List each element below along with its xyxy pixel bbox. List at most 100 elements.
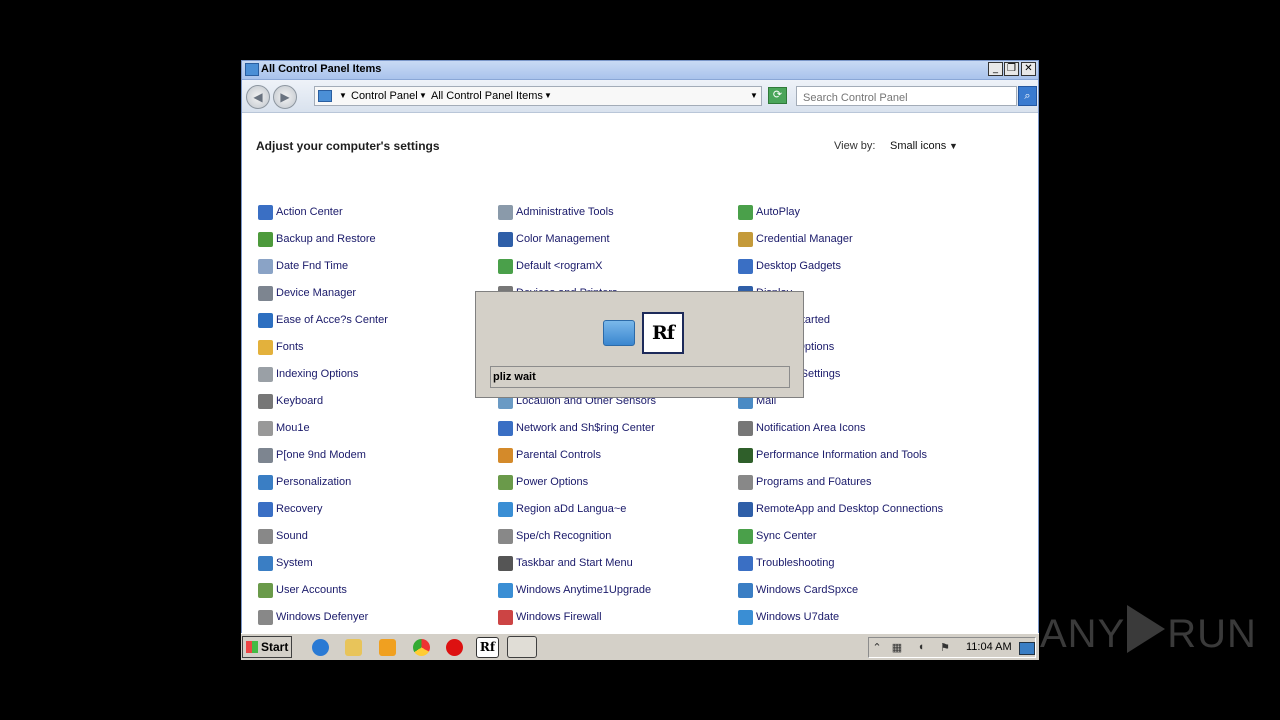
control-panel-item-icon — [498, 556, 513, 571]
control-panel-item-icon — [498, 610, 513, 625]
control-panel-item-icon — [258, 448, 273, 463]
control-panel-item-label: Windows Firewall — [516, 611, 602, 623]
control-panel-item-icon — [498, 475, 513, 490]
control-panel-item-icon — [258, 610, 273, 625]
control-panel-item-icon — [738, 502, 753, 517]
action-center-flag-icon[interactable]: ⚑ — [937, 641, 953, 654]
control-panel-item-icon — [738, 448, 753, 463]
control-panel-item-label: AutoPlay — [756, 206, 801, 218]
control-panel-item-icon — [738, 259, 753, 274]
windows-logo-icon — [246, 641, 258, 653]
close-button[interactable]: ✕ — [1021, 62, 1036, 76]
control-panel-item-label: Programs and F0atures — [756, 476, 872, 488]
back-button[interactable]: ◀ — [246, 85, 270, 109]
control-panel-item-label: User Accounts — [276, 584, 347, 596]
control-panel-item-label: Recovery — [276, 503, 323, 515]
control-panel-item-label: Default <rogramX — [516, 260, 603, 272]
control-panel-item-icon — [258, 313, 273, 328]
anyrun-watermark: ANY RUN — [1040, 605, 1257, 657]
control-panel-item-label: Color Management — [516, 233, 610, 245]
show-hidden-icons-icon[interactable]: ⌃ — [869, 641, 885, 654]
control-panel-item-icon — [258, 232, 273, 247]
chevron-right-icon: ▼ — [419, 91, 427, 100]
network-icon[interactable]: ▦ — [889, 641, 905, 654]
control-panel-crumb-icon — [318, 90, 332, 102]
view-by-select[interactable]: Small icons — [890, 140, 946, 152]
search-input[interactable] — [796, 86, 1017, 106]
control-panel-item-icon — [258, 475, 273, 490]
control-panel-item-label: Mou1e — [276, 422, 310, 434]
control-panel-item-icon — [498, 421, 513, 436]
page-title: Adjust your computer's settings — [256, 139, 440, 153]
control-panel-item-label: Device Manager — [276, 287, 357, 299]
status-text: pliz wait — [490, 366, 790, 388]
control-panel-item-icon — [738, 583, 753, 598]
control-panel-item-label: Windows U7date — [756, 611, 840, 623]
chevron-right-icon: ▼ — [339, 91, 347, 100]
crumb-all-items[interactable]: All Control Panel Items — [431, 90, 543, 102]
control-panel-task-button[interactable] — [507, 636, 537, 658]
chevron-down-icon[interactable]: ▼ — [949, 141, 958, 151]
rf-logo: Rf — [642, 312, 684, 354]
rf-app-icon[interactable]: Rf — [476, 637, 499, 658]
title-bar[interactable]: All Control Panel Items _ ❐ ✕ — [242, 61, 1038, 80]
control-panel-item-icon — [258, 340, 273, 355]
control-panel-item-label: Fonts — [276, 341, 304, 353]
control-panel-item-label: P[one 9nd Modem — [276, 449, 366, 461]
control-panel-item-label: Performance Information and Tools — [756, 449, 927, 461]
control-panel-item-label: Credential Manager — [756, 233, 853, 245]
refresh-button[interactable]: ⟳ — [768, 87, 787, 104]
control-panel-item-icon — [258, 286, 273, 301]
control-panel-item-label: Ease of Acce?s Center — [276, 314, 388, 326]
control-panel-item-label: Power Options — [516, 476, 589, 488]
control-panel-item-icon — [738, 232, 753, 247]
start-label: Start — [261, 640, 289, 654]
control-panel-item-label: Windows Defenyer — [276, 611, 369, 623]
control-panel-item-icon — [498, 232, 513, 247]
opera-icon[interactable] — [446, 639, 463, 656]
address-bar: ◀ ▶ ▼ Control Panel ▼ All Control Panel … — [242, 80, 1038, 113]
control-panel-item-icon — [258, 394, 273, 409]
chevron-down-icon[interactable]: ▼ — [544, 91, 552, 100]
control-panel-item-label: Date Fnd Time — [276, 260, 349, 272]
control-panel-item-icon — [258, 556, 273, 571]
control-panel-item-icon — [738, 529, 753, 544]
forward-button[interactable]: ▶ — [273, 85, 297, 109]
control-panel-item-icon — [258, 502, 273, 517]
control-panel-icon — [245, 63, 259, 76]
control-panel-item-label: Keyboard — [276, 395, 324, 407]
control-panel-item-label: Troubleshooting — [756, 557, 835, 569]
control-panel-item-icon — [258, 529, 273, 544]
control-panel-item-icon — [258, 421, 273, 436]
watermark-right: RUN — [1167, 612, 1257, 656]
search-icon[interactable]: ⌕ — [1018, 86, 1037, 106]
watermark-left: ANY — [1040, 612, 1126, 656]
control-panel-item-label: RemoteApp and Desktop Connections — [756, 503, 944, 515]
control-panel-item-label: Personalization — [276, 476, 352, 488]
restore-button[interactable]: ❐ — [1004, 62, 1019, 76]
history-dropdown-icon[interactable]: ▼ — [750, 91, 758, 100]
media-player-icon[interactable] — [379, 639, 396, 656]
control-panel-item-label: Sound — [276, 530, 308, 542]
control-panel-item-icon — [258, 259, 273, 274]
breadcrumb[interactable]: ▼ Control Panel ▼ All Control Panel Item… — [314, 86, 762, 106]
control-panel-item-label: Region aDd Langua~e — [516, 503, 627, 515]
control-panel-item-icon — [738, 556, 753, 571]
chrome-icon[interactable] — [413, 639, 430, 656]
control-panel-item-label: Backup and Restore — [276, 233, 376, 245]
volume-icon[interactable]: ◖ — [913, 641, 929, 653]
start-button[interactable]: Start — [242, 636, 292, 658]
minimize-button[interactable]: _ — [988, 62, 1003, 76]
clock[interactable]: 11:04 AM — [966, 641, 1012, 653]
control-panel-item-label: System — [276, 557, 313, 569]
explorer-folder-icon[interactable] — [345, 639, 362, 656]
control-panel-item-label: Windows CardSpxce — [756, 584, 859, 596]
show-desktop-icon[interactable] — [1019, 642, 1035, 655]
internet-explorer-icon[interactable] — [312, 639, 329, 656]
taskbar: Start Rf ⌃ ▦ ◖ ⚑ 11:04 AM — [241, 633, 1039, 660]
control-panel-item-label: Spe/ch Recognition — [516, 530, 612, 542]
control-panel-item-label: Taskbar and Start Menu — [516, 557, 633, 569]
window-title: All Control Panel Items — [261, 63, 382, 75]
control-panel-item-label: Indexing Options — [276, 368, 359, 380]
crumb-control-panel[interactable]: Control Panel — [351, 90, 418, 102]
